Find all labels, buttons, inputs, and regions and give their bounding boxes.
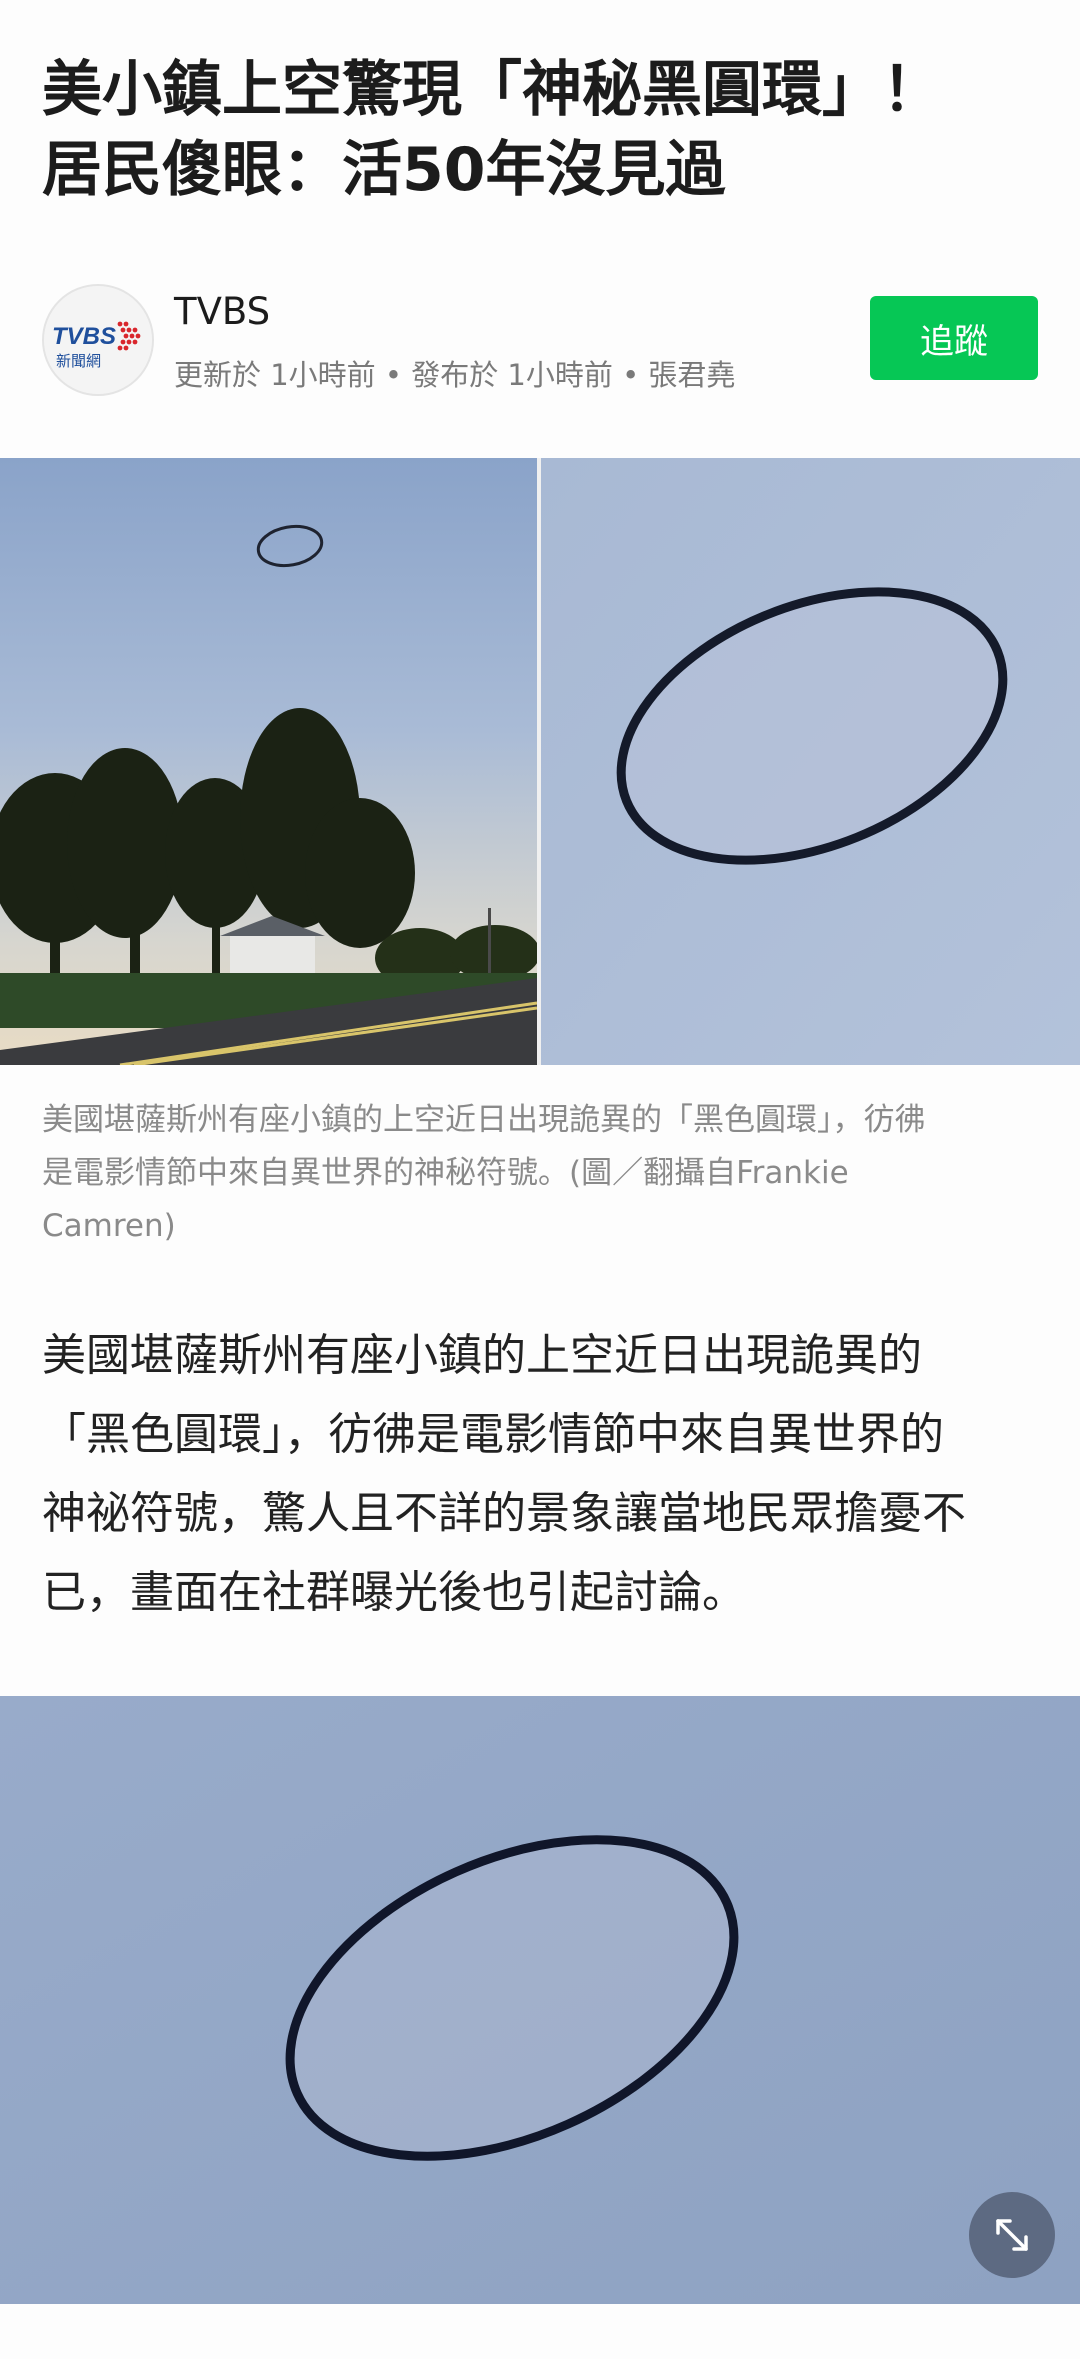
hero-image[interactable] xyxy=(0,458,1080,1065)
second-image[interactable] xyxy=(0,1696,1080,2304)
headline-line: 美小鎮上空驚現「神秘黑圓環」！ xyxy=(42,55,942,125)
caption-line: Camren) xyxy=(42,1208,176,1244)
source-name[interactable]: TVBS xyxy=(174,290,270,333)
body-line: 美國堪薩斯州有座小鎮的上空近日出現詭異的 xyxy=(42,1330,922,1381)
follow-button[interactable]: 追蹤 xyxy=(870,296,1038,380)
tvbs-logo-icon: TVBS 新聞網 xyxy=(44,286,152,394)
caption-line: 美國堪薩斯州有座小鎮的上空近日出現詭異的「黑色圓環」，彷彿 xyxy=(42,1102,926,1138)
caption-line: 是電影情節中來自異世界的神秘符號。(圖／翻攝自Frankie xyxy=(42,1155,849,1191)
expand-image-button[interactable] xyxy=(969,2192,1055,2278)
byline: TVBS 新聞網 TVBS 更新於 1小時前 • 發布於 1小時前 • 張君堯 … xyxy=(42,284,1038,396)
hero-photo xyxy=(0,458,1080,1065)
body-line: 神祕符號，驚人且不詳的景象讓當地民眾擔憂不 xyxy=(42,1488,966,1539)
ring-closeup-photo xyxy=(0,1696,1080,2304)
article-page: 美小鎮上空驚現「神秘黑圓環」！ 居民傻眼：活50年沒見過 TVBS 新聞網 TV… xyxy=(0,0,1080,2359)
source-avatar[interactable]: TVBS 新聞網 xyxy=(42,284,154,396)
headline-line: 居民傻眼：活50年沒見過 xyxy=(42,135,726,205)
expand-arrows-icon xyxy=(996,2219,1028,2251)
logo-subtext: 新聞網 xyxy=(56,352,101,370)
article-headline: 美小鎮上空驚現「神秘黑圓環」！ 居民傻眼：活50年沒見過 xyxy=(42,50,1042,210)
logo-text: TVBS xyxy=(52,323,116,350)
article-meta: 更新於 1小時前 • 發布於 1小時前 • 張君堯 xyxy=(174,358,736,392)
article-body: 美國堪薩斯州有座小鎮的上空近日出現詭異的 「黑色圓環」，彷彿是電影情節中來自異世… xyxy=(42,1316,1042,1632)
body-line: 已，畫面在社群曝光後也引起討論。 xyxy=(42,1567,746,1618)
hero-caption: 美國堪薩斯州有座小鎮的上空近日出現詭異的「黑色圓環」，彷彿 是電影情節中來自異世… xyxy=(42,1094,1032,1253)
body-line: 「黑色圓環」，彷彿是電影情節中來自異世界的 xyxy=(42,1409,944,1460)
